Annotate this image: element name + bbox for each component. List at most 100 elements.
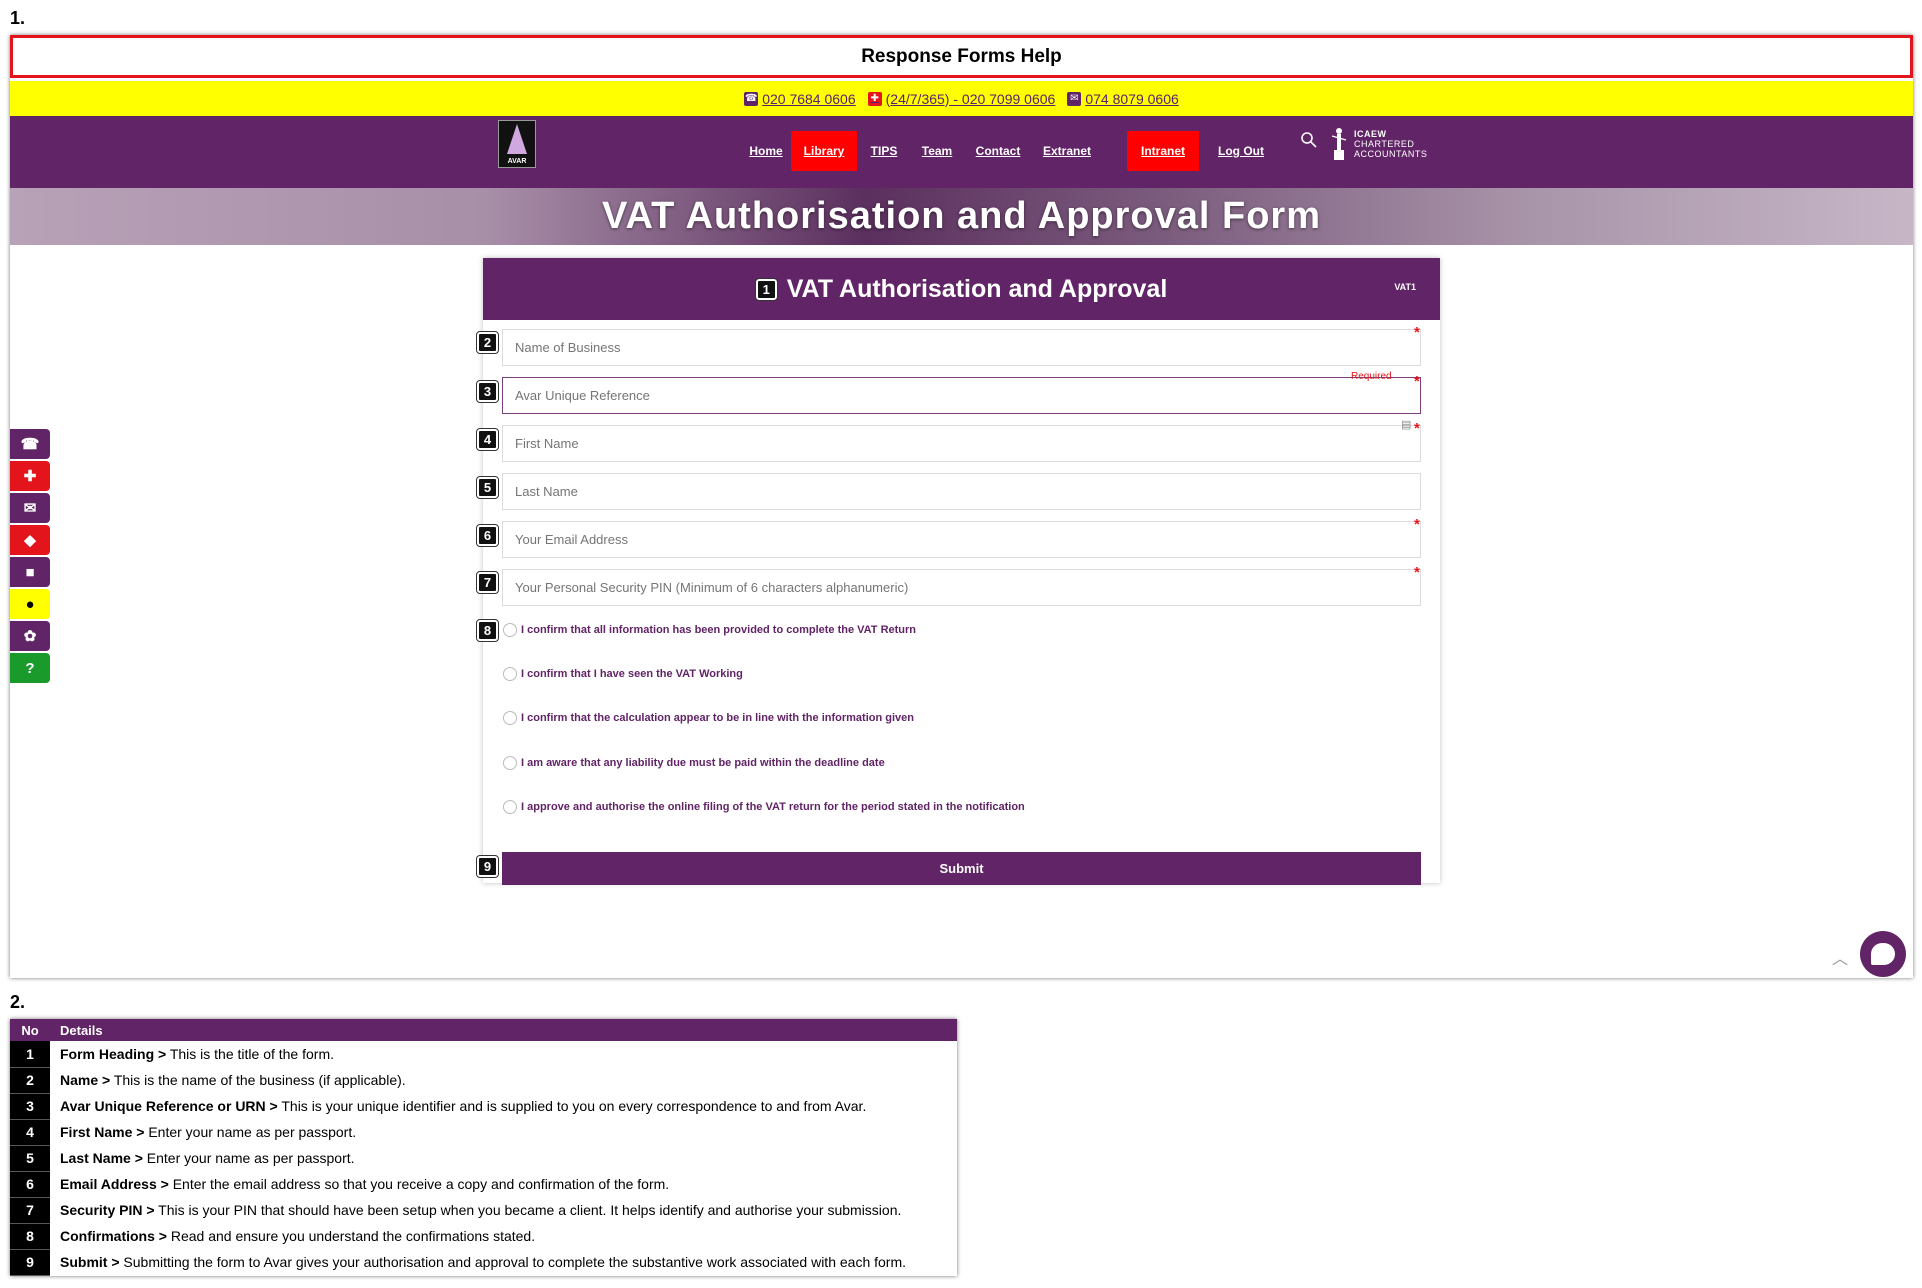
help-table: No Details 1 Form Heading > This is the t… (10, 1019, 957, 1276)
row-number: 9 (10, 1249, 50, 1276)
row-number: 2 (10, 1067, 50, 1094)
icaew-logo: ICAEW CHARTERED ACCOUNTANTS (1330, 126, 1427, 162)
row-details: Confirmations > Read and ensure you unde… (50, 1223, 957, 1249)
side-eraser-icon[interactable]: ◆ (10, 525, 50, 555)
row-term: Submit > (60, 1254, 120, 1270)
row-number: 5 (10, 1145, 50, 1172)
nav-intranet[interactable]: Intranet (1127, 131, 1199, 171)
last-name-input[interactable] (502, 473, 1421, 510)
row-text: This is your unique identifier and is su… (277, 1098, 867, 1114)
required-asterisk: * (1414, 420, 1420, 437)
row-term: Form Heading > (60, 1046, 167, 1062)
confirmation-label: I confirm that I have seen the VAT Worki… (521, 668, 743, 680)
side-lightbulb-icon[interactable]: ● (10, 589, 50, 619)
radio-button[interactable] (503, 800, 517, 814)
row-term: Name > (60, 1072, 111, 1088)
side-ambulance-icon[interactable]: ✚ (10, 461, 50, 491)
search-icon[interactable] (1300, 131, 1318, 149)
row-details: Last Name > Enter your name as per passp… (50, 1145, 957, 1171)
icaew-figure-icon (1331, 128, 1347, 160)
row-text: Read and ensure you understand the confi… (166, 1228, 536, 1244)
submit-button[interactable]: Submit (502, 852, 1421, 885)
page-banner: VAT Authorisation and Approval Form (10, 188, 1913, 245)
icaew-line3: ACCOUNTANTS (1354, 149, 1428, 159)
row-text: Enter your name as per passport. (142, 1150, 355, 1166)
nav-tips[interactable]: TIPS (866, 131, 902, 171)
badge-3: 3 (476, 380, 499, 403)
confirmation-option[interactable]: I confirm that all information has been … (503, 623, 916, 637)
row-number: 4 (10, 1119, 50, 1146)
nav-log-out[interactable]: Log Out (1214, 131, 1268, 171)
radio-button[interactable] (503, 756, 517, 770)
badge-9: 9 (476, 855, 499, 878)
email-input[interactable] (502, 521, 1421, 558)
row-text: Submitting the form to Avar gives your a… (119, 1254, 907, 1270)
logo-triangle-icon (507, 124, 527, 154)
row-text: This is the title of the form. (166, 1046, 334, 1062)
row-number: 7 (10, 1197, 50, 1224)
chat-bubble-icon[interactable] (1860, 931, 1906, 977)
side-help-icon[interactable]: ? (10, 653, 50, 683)
required-asterisk: * (1414, 564, 1420, 581)
nav-team[interactable]: Team (915, 131, 959, 171)
navbar: AVAR Home Library TIPS Team Contact Extr… (10, 116, 1913, 188)
row-term: First Name > (60, 1124, 145, 1140)
side-chat-icon[interactable]: ✉ (10, 493, 50, 523)
row-text: Enter the email address so that you rece… (168, 1176, 670, 1192)
side-briefcase-icon[interactable]: ■ (10, 557, 50, 587)
logo-text: AVAR (507, 158, 527, 165)
business-name-input[interactable] (502, 329, 1421, 366)
unique-reference-input[interactable] (502, 377, 1421, 414)
confirmation-option[interactable]: I am aware that any liability due must b… (503, 756, 885, 770)
confirmation-option[interactable]: I confirm that I have seen the VAT Worki… (503, 667, 743, 681)
badge-1: 1 (754, 277, 778, 301)
table-row: 2 Name > This is the name of the business… (10, 1067, 957, 1094)
avar-logo[interactable]: AVAR (498, 120, 536, 168)
phone-link-emergency[interactable]: ✚ (24/7/365) - 020 7099 0606 (867, 91, 1055, 107)
required-asterisk: * (1414, 324, 1420, 341)
screenshot-frame: Response Forms Help ☎ 020 7684 0606 ✚ (2… (10, 35, 1913, 978)
phone-label: 074 8079 0606 (1085, 90, 1179, 107)
badge-2: 2 (476, 331, 499, 354)
row-number: 1 (10, 1041, 50, 1068)
row-details: Email Address > Enter the email address … (50, 1171, 957, 1197)
row-text: Enter your name as per passport. (144, 1124, 357, 1140)
confirmation-option[interactable]: I confirm that the calculation appear to… (503, 711, 914, 725)
table-row: 9 Submit > Submitting the form to Avar gi… (10, 1249, 957, 1276)
keyboard-icon: ▤ (1401, 419, 1412, 431)
form-header: 1 VAT Authorisation and Approval VAT1 (483, 258, 1440, 320)
row-details: Avar Unique Reference or URN > This is y… (50, 1093, 957, 1119)
section-label-2: 2. (10, 992, 26, 1012)
row-details: Name > This is the name of the business … (50, 1067, 957, 1093)
nav-library[interactable]: Library (791, 131, 857, 171)
nav-home[interactable]: Home (740, 131, 792, 171)
required-text: Required (1351, 371, 1392, 382)
side-cookie-icon[interactable]: ✿ (10, 621, 50, 651)
required-asterisk: * (1414, 516, 1420, 533)
radio-button[interactable] (503, 711, 517, 725)
nav-contact[interactable]: Contact (970, 131, 1026, 171)
column-header-no: No (10, 1019, 50, 1041)
help-title: Response Forms Help (10, 35, 1913, 78)
radio-button[interactable] (503, 667, 517, 681)
security-pin-input[interactable] (502, 569, 1421, 606)
first-name-input[interactable] (502, 425, 1421, 462)
scroll-up-icon[interactable]: ︿ (1832, 945, 1848, 969)
radio-button[interactable] (503, 623, 517, 637)
side-toolbar: ☎ ✚ ✉ ◆ ■ ● ✿ ? (10, 429, 50, 685)
badge-4: 4 (476, 428, 499, 451)
phone-icon: ☎ (744, 91, 759, 106)
column-header-details: Details (50, 1019, 957, 1041)
row-term: Security PIN > (60, 1202, 155, 1218)
phone-link-mobile[interactable]: ✉ 074 8079 0606 (1067, 90, 1179, 107)
table-row: 1 Form Heading > This is the title of the… (10, 1041, 957, 1068)
section-label-1: 1. (10, 8, 26, 28)
confirmation-option[interactable]: I approve and authorise the online filin… (503, 800, 1025, 814)
row-number: 6 (10, 1171, 50, 1198)
nav-extranet[interactable]: Extranet (1036, 131, 1098, 171)
phone-link-office[interactable]: ☎ 020 7684 0606 (744, 91, 856, 107)
icaew-line2: CHARTERED (1354, 139, 1415, 149)
row-term: Last Name > (60, 1150, 143, 1166)
table-row: 6 Email Address > Enter the email address… (10, 1171, 957, 1198)
side-phone-icon[interactable]: ☎ (10, 429, 50, 459)
